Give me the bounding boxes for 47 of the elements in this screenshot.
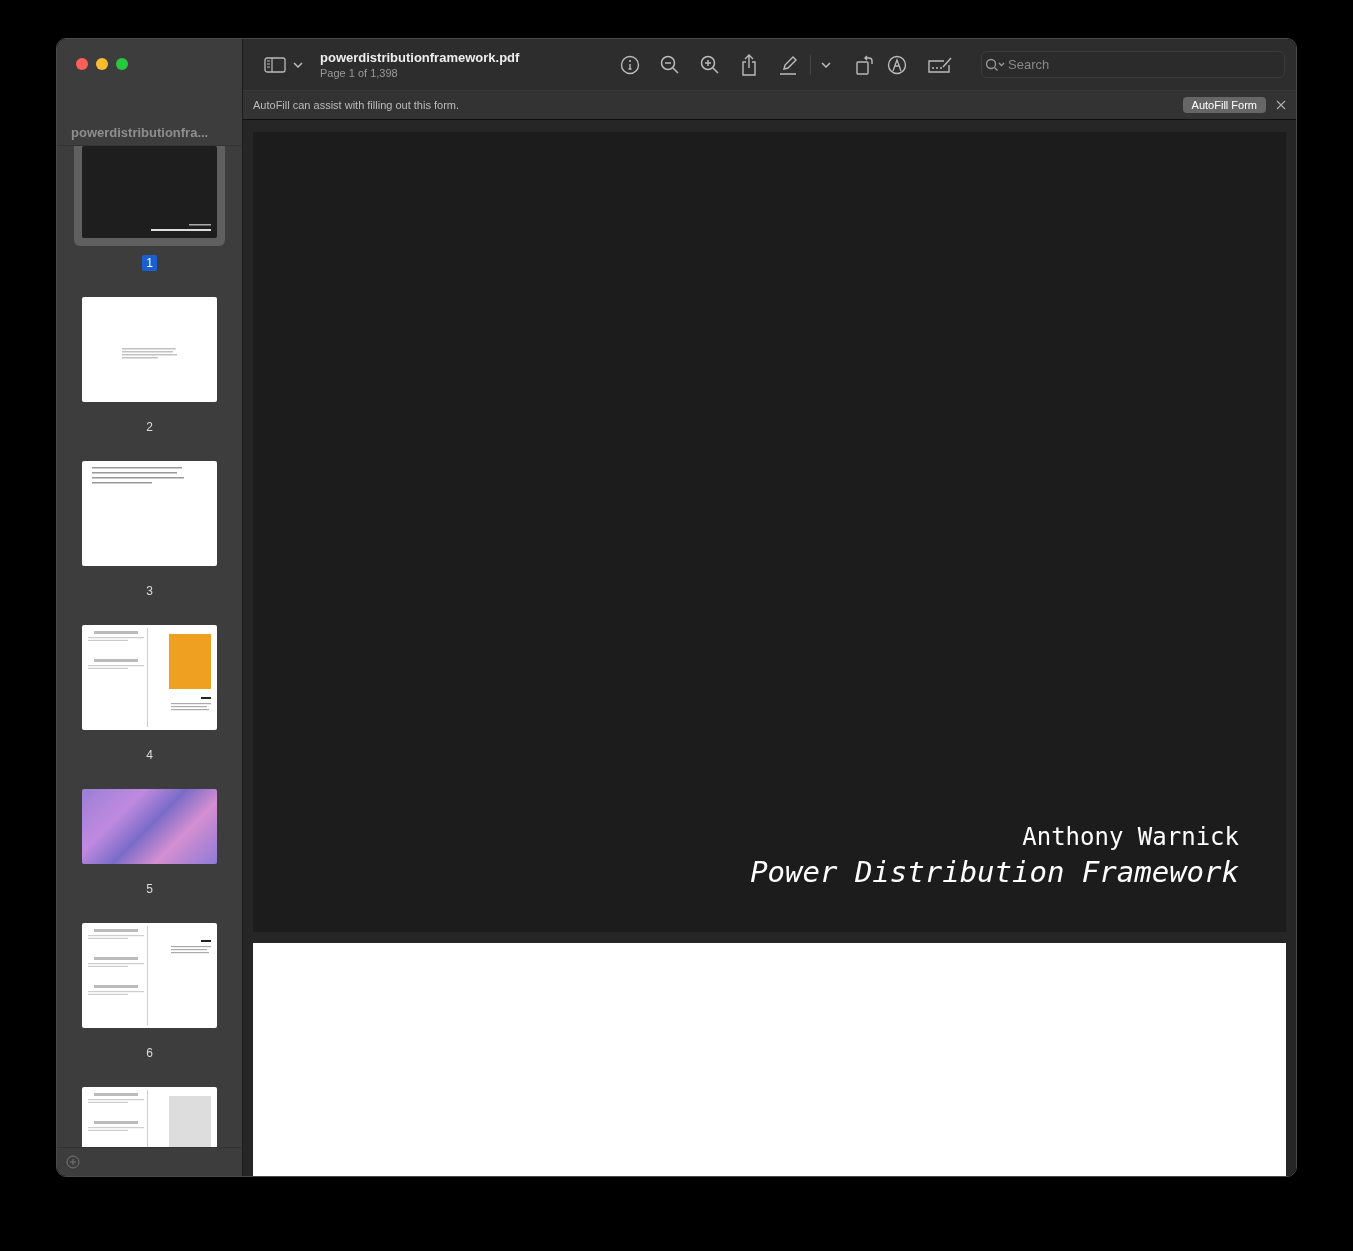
sidebar-toggle-icon[interactable] [264, 56, 286, 73]
autofill-message: AutoFill can assist with filling out this form. [253, 99, 461, 111]
text-lines-drawing [88, 985, 144, 995]
page-thumbnail[interactable] [82, 146, 217, 238]
photo-placeholder [169, 1096, 211, 1147]
search-icon [985, 58, 1005, 72]
search-field[interactable]: Search [981, 51, 1285, 78]
autofill-form-button[interactable]: AutoFill Form [1182, 97, 1266, 113]
text-lines-drawing [171, 697, 211, 711]
selected-thumbnail-frame[interactable] [74, 146, 225, 246]
page-thumbnail[interactable] [82, 923, 217, 1028]
text-lines-drawing [88, 957, 144, 967]
author-name: Anthony Warnick [1022, 823, 1239, 851]
text-lines-drawing [88, 631, 144, 641]
page-thumbnail[interactable] [82, 297, 217, 402]
zoom-out-icon[interactable] [660, 54, 680, 75]
page-number-label: 4 [145, 747, 154, 763]
page-number-label: 6 [145, 1045, 154, 1061]
photo-placeholder [169, 634, 211, 689]
page-number-label: 3 [145, 583, 154, 599]
page-thumbnail[interactable] [82, 461, 217, 566]
close-window-button[interactable] [76, 58, 88, 70]
zoom-in-icon[interactable] [700, 54, 720, 75]
text-lines-drawing [88, 659, 144, 669]
minimize-window-button[interactable] [96, 58, 108, 70]
page-number-label: 1 [142, 255, 157, 271]
text-lines-drawing [171, 940, 211, 954]
zoom-window-button[interactable] [116, 58, 128, 70]
page-thumbnail[interactable] [82, 625, 217, 730]
page-count: Page 1 of 1,398 [320, 67, 399, 79]
info-icon[interactable] [620, 54, 640, 75]
text-lines-drawing [151, 224, 211, 232]
rotate-icon[interactable] [855, 53, 875, 76]
page-number-label: 5 [145, 881, 154, 897]
document-title: powerdistributionframework.pdf [320, 50, 521, 65]
document-cover-title: Power Distribution Framework [750, 855, 1239, 889]
text-lines-drawing [88, 1121, 144, 1131]
page-number-label: 2 [145, 419, 154, 435]
share-icon[interactable] [740, 53, 758, 76]
text-lines-drawing [88, 929, 144, 939]
highlighter-icon[interactable] [778, 54, 798, 75]
form-filling-icon[interactable] [927, 55, 953, 74]
close-icon[interactable] [1276, 100, 1286, 110]
text-lines-drawing [88, 1093, 144, 1103]
chevron-down-icon[interactable] [821, 61, 831, 68]
chevron-down-icon[interactable] [293, 61, 303, 68]
markup-pen-icon[interactable] [887, 54, 907, 75]
